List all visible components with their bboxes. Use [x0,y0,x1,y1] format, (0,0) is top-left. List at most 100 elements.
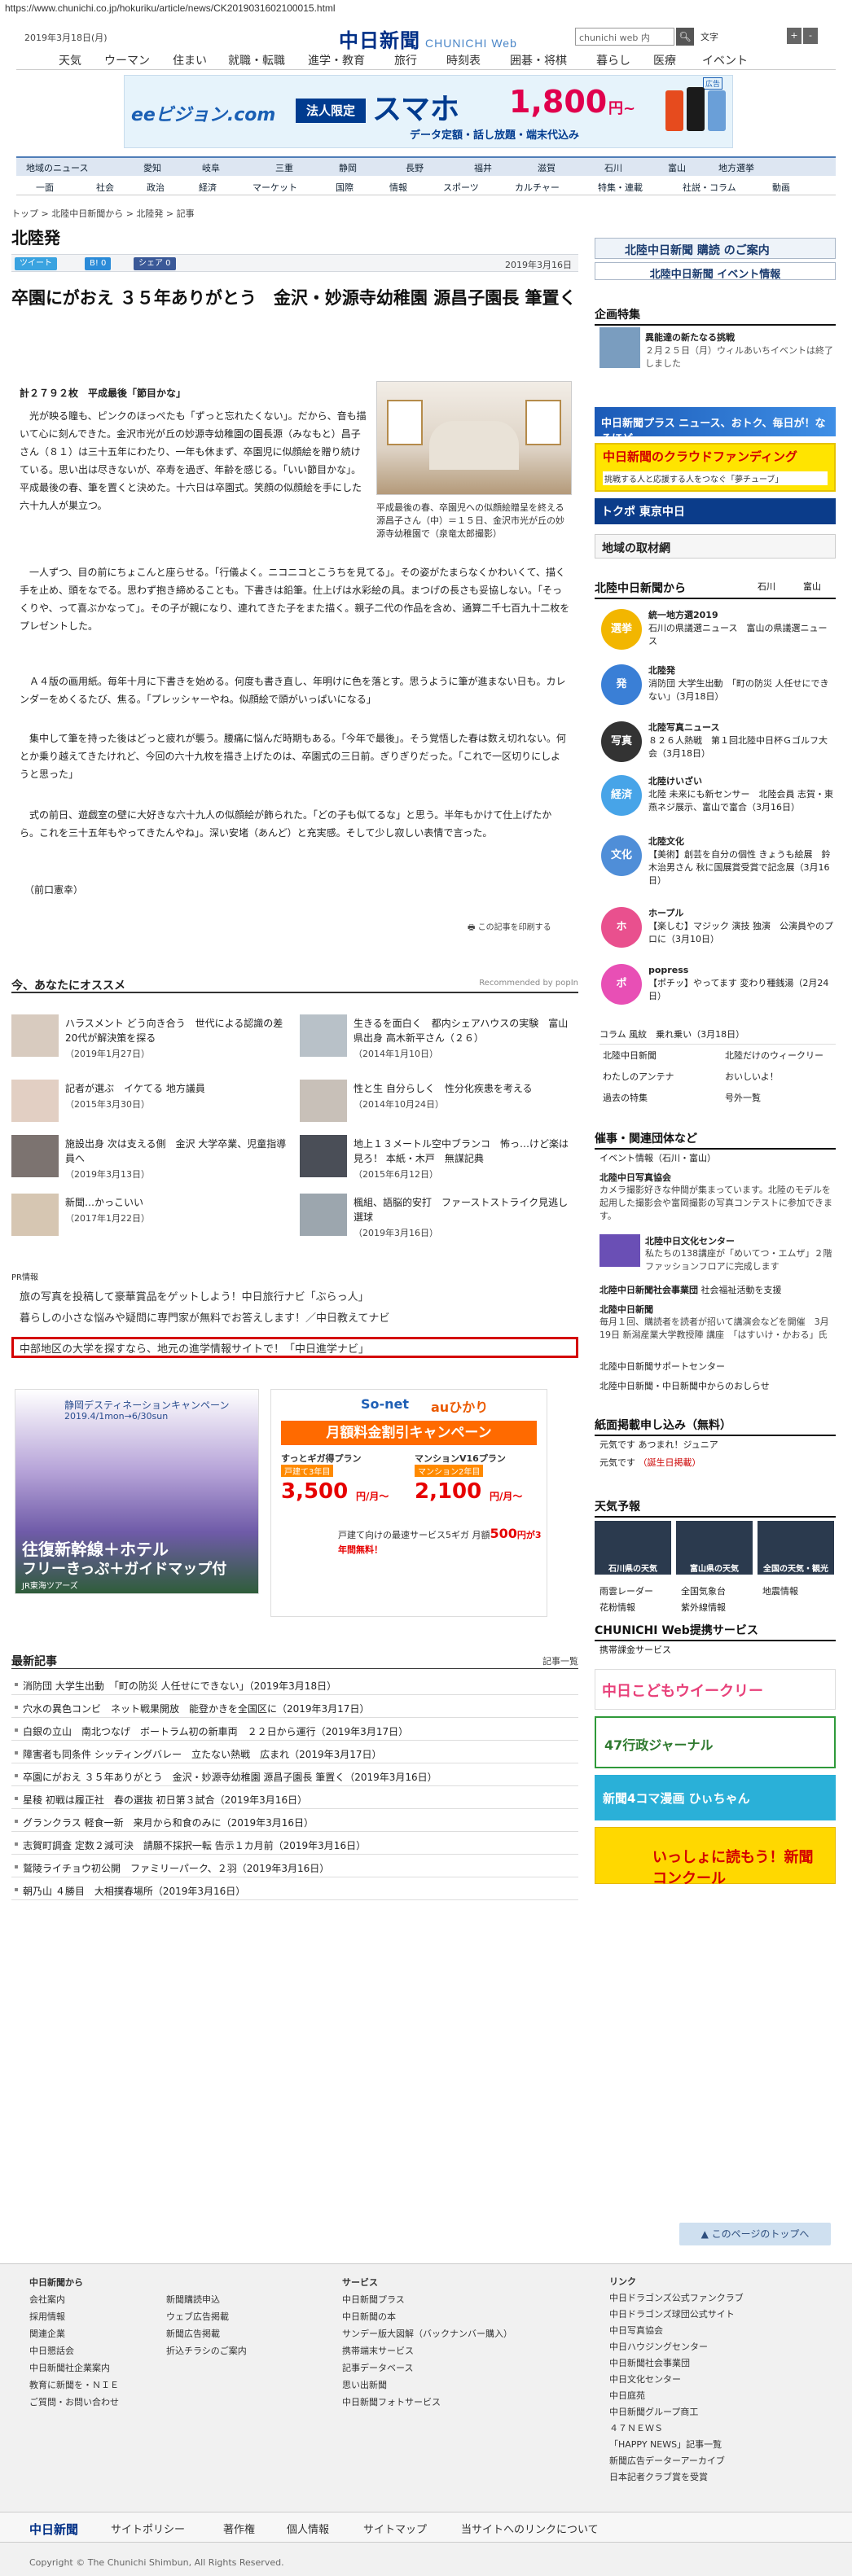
recommend-item[interactable]: 楓組、語脳的安打 ファーストストライク見逃し選球 （2019年3月16日） [300,1194,577,1242]
footer-link[interactable]: 思い出新聞 [342,2377,512,2394]
crowdfunding-banner[interactable]: 中日新聞のクラウドファンディング 挑戦する人と応援する人をつなぐ「夢チューブ」 [595,443,836,492]
category-nav-item[interactable]: 国際 [336,181,354,194]
subscribe-banner[interactable]: 北陸中日新聞 購読 のご案内 [595,238,836,259]
kodomo-banner[interactable]: 中日こどもウイークリー [595,1669,836,1710]
gnav-item[interactable]: 就職・転職 [228,52,285,68]
gnav-item[interactable]: 天気 [59,52,81,68]
pr-link[interactable]: 旅の写真を投稿して豪華賞品をゲットしよう！中日旅行ナビ「ぶらっ人」 [20,1288,369,1303]
birthday-link[interactable]: 元気です （誕生日掲載） [599,1456,841,1469]
footer-link[interactable]: 中日新聞の本 [342,2308,512,2325]
footer-link[interactable]: ウェブ広告掲載 [166,2308,247,2325]
side-link[interactable]: 北陸中日新聞 [603,1049,709,1062]
footer-link[interactable]: 中日新聞プラス [342,2291,512,2308]
moyo-item[interactable]: 北陸中日文化センター 私たちの138講座が「めいてつ・エムザ」２階ファッションフロ… [595,1234,836,1272]
latest-item[interactable]: 卒園にがおえ ３５年ありがとう 金沢・妙源寺幼稚園 源昌子園長 筆置く（2019… [11,1765,578,1786]
region-nav-item[interactable]: 長野 [406,161,424,174]
gnav-item[interactable]: 暮らし [596,52,630,68]
pr-link[interactable]: 暮らしの小さな悩みや疑問に専門家が無料でお答えします！／中日教えてナビ [20,1309,389,1325]
footer-bar-link[interactable]: サイトポリシー [111,2521,185,2536]
footer-link[interactable]: 中日懇話会 [29,2342,119,2359]
moyo-item[interactable]: 北陸中日写真協会 カメラ撮影好きな仲間が集まっています。北陸のモデルを起用した撮影… [595,1171,836,1228]
tokupo-banner[interactable]: トクポ 東京中日 [595,498,836,524]
weather-national[interactable]: 全国の天気・観光 [758,1521,834,1575]
junior-link[interactable]: 元気です あつまれ！ジュニア [599,1438,841,1451]
notice-link[interactable]: 北陸中日新聞・中日新聞中からのおしらせ [599,1379,841,1392]
footer-link[interactable]: 「HAPPY NEWS」記事一覧 [609,2437,744,2453]
plus-banner[interactable]: 中日新聞プラス ニュース、おトク、毎日が！なるほど [595,407,836,445]
kikaku-title[interactable]: 異能達の新たなる挑戦 [645,331,834,344]
category-nav-item[interactable]: スポーツ [443,181,479,194]
moyo-item[interactable]: 北陸中日新聞 毎月１回、購読者を読者が招いて講演会などを開催 3月19日 新潟産業… [595,1303,836,1353]
category-nav-item[interactable]: カルチャー [515,181,560,194]
footer-link[interactable]: 会社案内 [29,2291,119,2308]
gnav-item[interactable]: ウーマン [104,52,150,68]
recommend-item[interactable]: 地上１３メートル空中ブランコ 怖っ…けど楽は見ろ！ 本紙・木戸 無謀記典 （201… [300,1135,577,1184]
ad-shizuoka[interactable]: 静岡デスティネーションキャンペーン 2019.4/1mon→6/30sun 往復… [15,1389,259,1594]
ad-sonet-au[interactable]: So-net auひかり 月額料金割引キャンペーン すっとギガ得プラン 戸建て3… [270,1389,547,1617]
news-block[interactable]: ホホープル 【楽しむ】マジック 演技 独演 公演員やのプロに（3月10日） [595,904,836,953]
footer-link[interactable]: 中日新聞社企業案内 [29,2359,119,2377]
weather-link[interactable]: 地震情報 [762,1584,836,1597]
kara-link-toyama[interactable]: 富山 [803,580,821,593]
latest-item[interactable]: 障害者も同条件 シッティングバレー 立たない熱戦 広まれ（2019年3月17日） [11,1742,578,1763]
recommend-item[interactable]: 記者が選ぶ イケてる 地方議員 （2015年3月30日） [11,1080,288,1128]
mobile-service-link[interactable]: 携帯課金サービス [599,1643,841,1656]
gnav-item[interactable]: 医療 [653,52,676,68]
gnav-item[interactable]: 進学・教育 [308,52,365,68]
footer-bar-link[interactable]: 個人情報 [287,2521,329,2536]
weather-link[interactable]: 花粉情報 [599,1601,673,1614]
latest-item[interactable]: 穴水の異色コンビ ネット戦果開放 能登かきを全国区に（2019年3月17日） [11,1697,578,1718]
latest-item[interactable]: 鷲陵ライチョウ初公開 ファミリーパーク、２羽（2019年3月16日） [11,1856,578,1877]
footer-link[interactable]: 中日写真協会 [609,2323,744,2339]
popin-credit[interactable]: Recommended by popIn [479,979,578,988]
footer-link[interactable]: ご質問・お問い合わせ [29,2394,119,2411]
event-info-link[interactable]: イベント情報（石川・富山） [599,1151,841,1164]
category-nav-item[interactable]: 社説・コラム [683,181,736,194]
side-link[interactable]: 号外一覧 [725,1091,831,1104]
weather-toyama[interactable]: 富山県の天気 [676,1521,753,1575]
footer-link[interactable]: ４７ＮＥＷＳ [609,2420,744,2437]
news-block[interactable]: 選挙 統一地方選2019 石川の県議選ニュース 富山の県議選ニュース [595,606,836,655]
footer-link[interactable]: 中日ハウジングセンター [609,2339,744,2355]
gyosei-banner[interactable]: 47行政ジャーナル [595,1716,836,1768]
recommend-item[interactable]: 施設出身 次は支える側 金沢 大学卒業、児童指導員へ （2019年3月13日） [11,1135,288,1184]
latest-item[interactable]: 志賀町調査 定数２減可決 請願不採択一転 告示１カ月前（2019年3月16日） [11,1833,578,1855]
footer-bar-link[interactable]: 著作権 [223,2521,255,2536]
kara-link-ishikawa[interactable]: 石川 [758,580,775,593]
footer-bar-link[interactable]: 当サイトへのリンクについて [461,2521,599,2536]
region-nav-item[interactable]: 福井 [474,161,492,174]
category-nav-item[interactable]: 一面 [36,181,54,194]
category-nav-item[interactable]: 特集・連載 [598,181,643,194]
category-nav-item[interactable]: 政治 [147,181,165,194]
region-nav-item[interactable]: 三重 [275,161,293,174]
nie-banner[interactable]: いっしょに読もう！新聞コンクール [595,1827,836,1887]
footer-link[interactable]: 中日文化センター [609,2372,744,2388]
recommend-item[interactable]: 性と生 自分らしく 性分化疾患を考える （2014年10月24日） [300,1080,577,1128]
region-nav-item[interactable]: 富山 [668,161,686,174]
recommend-item[interactable]: ハラスメント どう向き合う 世代による認識の差 20代が解決策を探る （2019年… [11,1014,288,1063]
footer-bar-link[interactable]: サイトマップ [363,2521,427,2536]
region-nav-item[interactable]: 石川 [604,161,622,174]
gnav-item[interactable]: 時刻表 [446,52,481,68]
side-link[interactable]: わたしのアンテナ [603,1070,709,1083]
gnav-item[interactable]: 囲碁・将棋 [510,52,567,68]
font-size-minus-button[interactable]: - [803,28,818,44]
weather-link[interactable]: 紫外線情報 [681,1601,754,1614]
footer-link[interactable]: 記事データベース [342,2359,512,2377]
region-nav-item[interactable]: 地方選挙 [718,161,754,174]
region-nav-item[interactable]: 滋賀 [538,161,556,174]
search-input[interactable]: chunichi web 内 [575,28,674,46]
footer-link[interactable]: 日本記者クラブ賞を受賞 [609,2469,744,2486]
news-block[interactable]: 発北陸発 消防団 大学生出動 「町の防災 人任せにできない」（3月18日） [595,661,836,710]
support-center-link[interactable]: 北陸中日新聞サポートセンター [599,1360,841,1373]
search-icon[interactable]: 🔍︎ [676,28,694,46]
footer-link[interactable]: 中日新聞フォトサービス [342,2394,512,2411]
facebook-share-button[interactable]: シェア 0 [134,257,176,270]
footer-link[interactable]: 折込チラシのご案内 [166,2342,247,2359]
footer-link[interactable]: サンデー版大図解（バックナンバー購入） [342,2325,512,2342]
category-nav-item[interactable]: 情報 [389,181,407,194]
breadcrumb[interactable]: トップ > 北陸中日新聞から > 北陸発 > 記事 [11,207,195,220]
tweet-button[interactable]: ツイート [15,257,57,270]
gnav-item[interactable]: イベント [702,52,748,68]
weather-link[interactable]: 全国気象台 [681,1584,754,1597]
